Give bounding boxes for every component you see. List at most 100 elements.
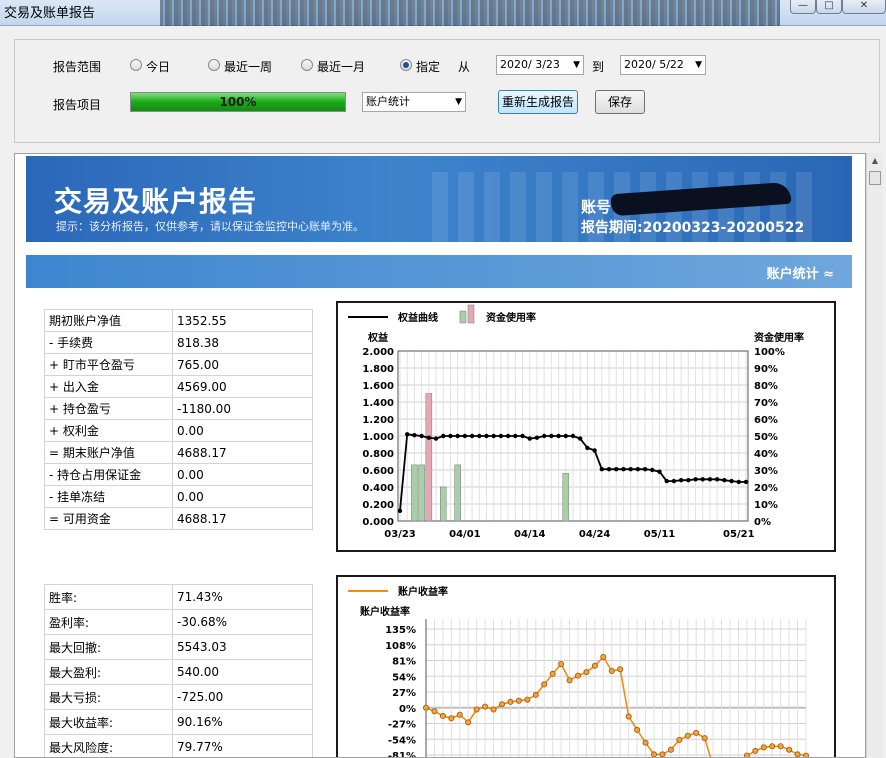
return-point xyxy=(591,662,598,669)
close-button[interactable]: ✕ xyxy=(842,0,886,14)
maximize-button[interactable]: □ xyxy=(816,0,842,14)
y-tick-label: -81% xyxy=(388,751,416,758)
equity-point xyxy=(635,466,641,472)
return-point xyxy=(676,736,683,743)
return-point xyxy=(769,743,776,750)
y2-tick-label: 50% xyxy=(754,432,778,443)
y2-tick-label: 40% xyxy=(754,449,778,460)
return-point xyxy=(743,752,750,757)
equity-point xyxy=(484,433,489,439)
radio-custom[interactable] xyxy=(400,59,412,71)
x-tick-label: 05/11 xyxy=(644,529,676,540)
stat-item-value: 540.00 xyxy=(172,659,313,685)
equity-point xyxy=(491,433,496,439)
table-row: 最大风险度: 79.77% xyxy=(44,734,313,757)
scroll-thumb[interactable] xyxy=(869,171,881,185)
report-type-select[interactable]: 账户统计 ▼ xyxy=(362,92,466,112)
account-item-label: + 权利金 xyxy=(44,419,173,442)
y-tick-label: 1.000 xyxy=(362,432,394,443)
return-point xyxy=(803,752,809,757)
equity-point xyxy=(686,478,691,483)
return-chart: 账户收益率 账户收益率 135% 108% 81% 54% 27% 0% -27% -54% -81… xyxy=(336,575,836,758)
performance-stats-table: 胜率: 71.43% 盈利率: -30.68% 最大回撤: 5543.03 最大盈利: 540… xyxy=(44,584,313,757)
report-view[interactable]: 交易及账户报告 提示：该分析报告，仅供参考，请以保证金监控中心账单为准。 账号 … xyxy=(14,153,866,758)
radio-month[interactable] xyxy=(301,59,313,71)
to-date-picker[interactable]: 2020/ 5/22 ▼ xyxy=(620,55,706,75)
y2-tick-label: 70% xyxy=(754,398,778,409)
y-tick-label: 0.000 xyxy=(362,517,394,528)
report-range-label: 报告范围 xyxy=(53,60,102,74)
title-bar: 交易及账单报告 — □ ✕ xyxy=(0,0,886,26)
return-point xyxy=(667,746,674,753)
equity-point xyxy=(469,433,475,439)
return-point xyxy=(448,715,455,722)
y-tick-label: -27% xyxy=(388,720,416,731)
options-panel xyxy=(14,39,880,143)
equity-chart: 权益曲线 资金使用率 权益 资金使用率 2.000 100% 1.800 90% 1.600 80… xyxy=(336,301,836,552)
stat-item-label: 胜率: xyxy=(44,584,173,610)
radio-today[interactable] xyxy=(130,59,142,71)
return-point xyxy=(583,669,590,676)
from-label: 从 xyxy=(458,60,471,74)
chevron-down-icon: ▼ xyxy=(455,97,462,107)
radio-custom-label[interactable]: 指定 xyxy=(416,58,440,75)
equity-point xyxy=(448,433,453,439)
y2-tick-label: 60% xyxy=(754,415,778,426)
scroll-up-icon[interactable]: ▲ xyxy=(867,153,883,169)
y-tick-label: 0.200 xyxy=(362,500,394,511)
usage-bar xyxy=(418,464,425,522)
stat-item-label: 最大风险度: xyxy=(44,734,173,757)
account-item-value: 1352.55 xyxy=(172,309,313,332)
equity-point xyxy=(628,466,633,472)
table-row: - 挂单冻结 0.00 xyxy=(44,485,313,508)
section-title: 账户统计 ≈ xyxy=(766,267,834,282)
equity-point xyxy=(578,436,583,441)
account-item-value: 4688.17 xyxy=(172,441,313,464)
y-tick-label: 135% xyxy=(385,625,416,636)
equity-point xyxy=(534,435,540,440)
return-point xyxy=(574,672,581,679)
equity-point xyxy=(693,477,698,482)
account-item-label: = 可用资金 xyxy=(44,507,173,530)
equity-point xyxy=(570,433,576,439)
equity-point xyxy=(563,433,568,439)
y-tick-label: 27% xyxy=(392,688,416,699)
radio-today-label[interactable]: 今日 xyxy=(146,58,170,75)
vertical-scrollbar[interactable]: ▲ xyxy=(866,153,883,758)
minimize-button[interactable]: — xyxy=(790,0,816,14)
table-row: 期初账户净值 1352.55 xyxy=(44,309,313,332)
return-point xyxy=(760,744,767,751)
y-tick-label: 0.600 xyxy=(362,466,394,477)
section-header[interactable]: 账户统计 ≈ xyxy=(26,255,852,288)
regenerate-report-button[interactable]: 重新生成报告 xyxy=(498,90,578,114)
report-period: 报告期间:20200323-20200522 xyxy=(581,220,805,236)
stat-item-value: 71.43% xyxy=(172,584,313,610)
account-item-label: + 盯市平仓盈亏 xyxy=(44,353,173,376)
radio-month-label[interactable]: 最近一月 xyxy=(317,58,365,75)
account-item-label: + 持仓盈亏 xyxy=(44,397,173,420)
equity-point xyxy=(441,433,446,439)
radio-week-label[interactable]: 最近一周 xyxy=(224,58,272,75)
report-item-label: 报告项目 xyxy=(53,98,102,112)
x-tick-label: 04/14 xyxy=(514,529,546,540)
return-point xyxy=(431,708,438,715)
return-point xyxy=(524,696,531,703)
return-point xyxy=(651,751,657,757)
legend-label: 权益曲线 xyxy=(397,311,438,324)
y2-tick-label: 80% xyxy=(754,381,778,392)
progress-bar: 100% xyxy=(130,92,346,112)
return-point xyxy=(566,677,573,684)
usage-bar xyxy=(440,486,447,522)
y-axis-title: 权益 xyxy=(367,331,388,344)
x-tick-label: 04/24 xyxy=(579,529,611,540)
table-row: + 权利金 0.00 xyxy=(44,419,313,442)
y-tick-label: 108% xyxy=(385,641,416,652)
maximize-icon: □ xyxy=(824,0,834,11)
equity-point xyxy=(621,466,626,472)
equity-point xyxy=(462,433,468,439)
return-point xyxy=(558,661,565,668)
equity-point xyxy=(527,436,532,441)
radio-week[interactable] xyxy=(208,59,220,71)
save-button[interactable]: 保存 xyxy=(595,90,645,114)
from-date-picker[interactable]: 2020/ 3/23 ▼ xyxy=(496,55,584,75)
